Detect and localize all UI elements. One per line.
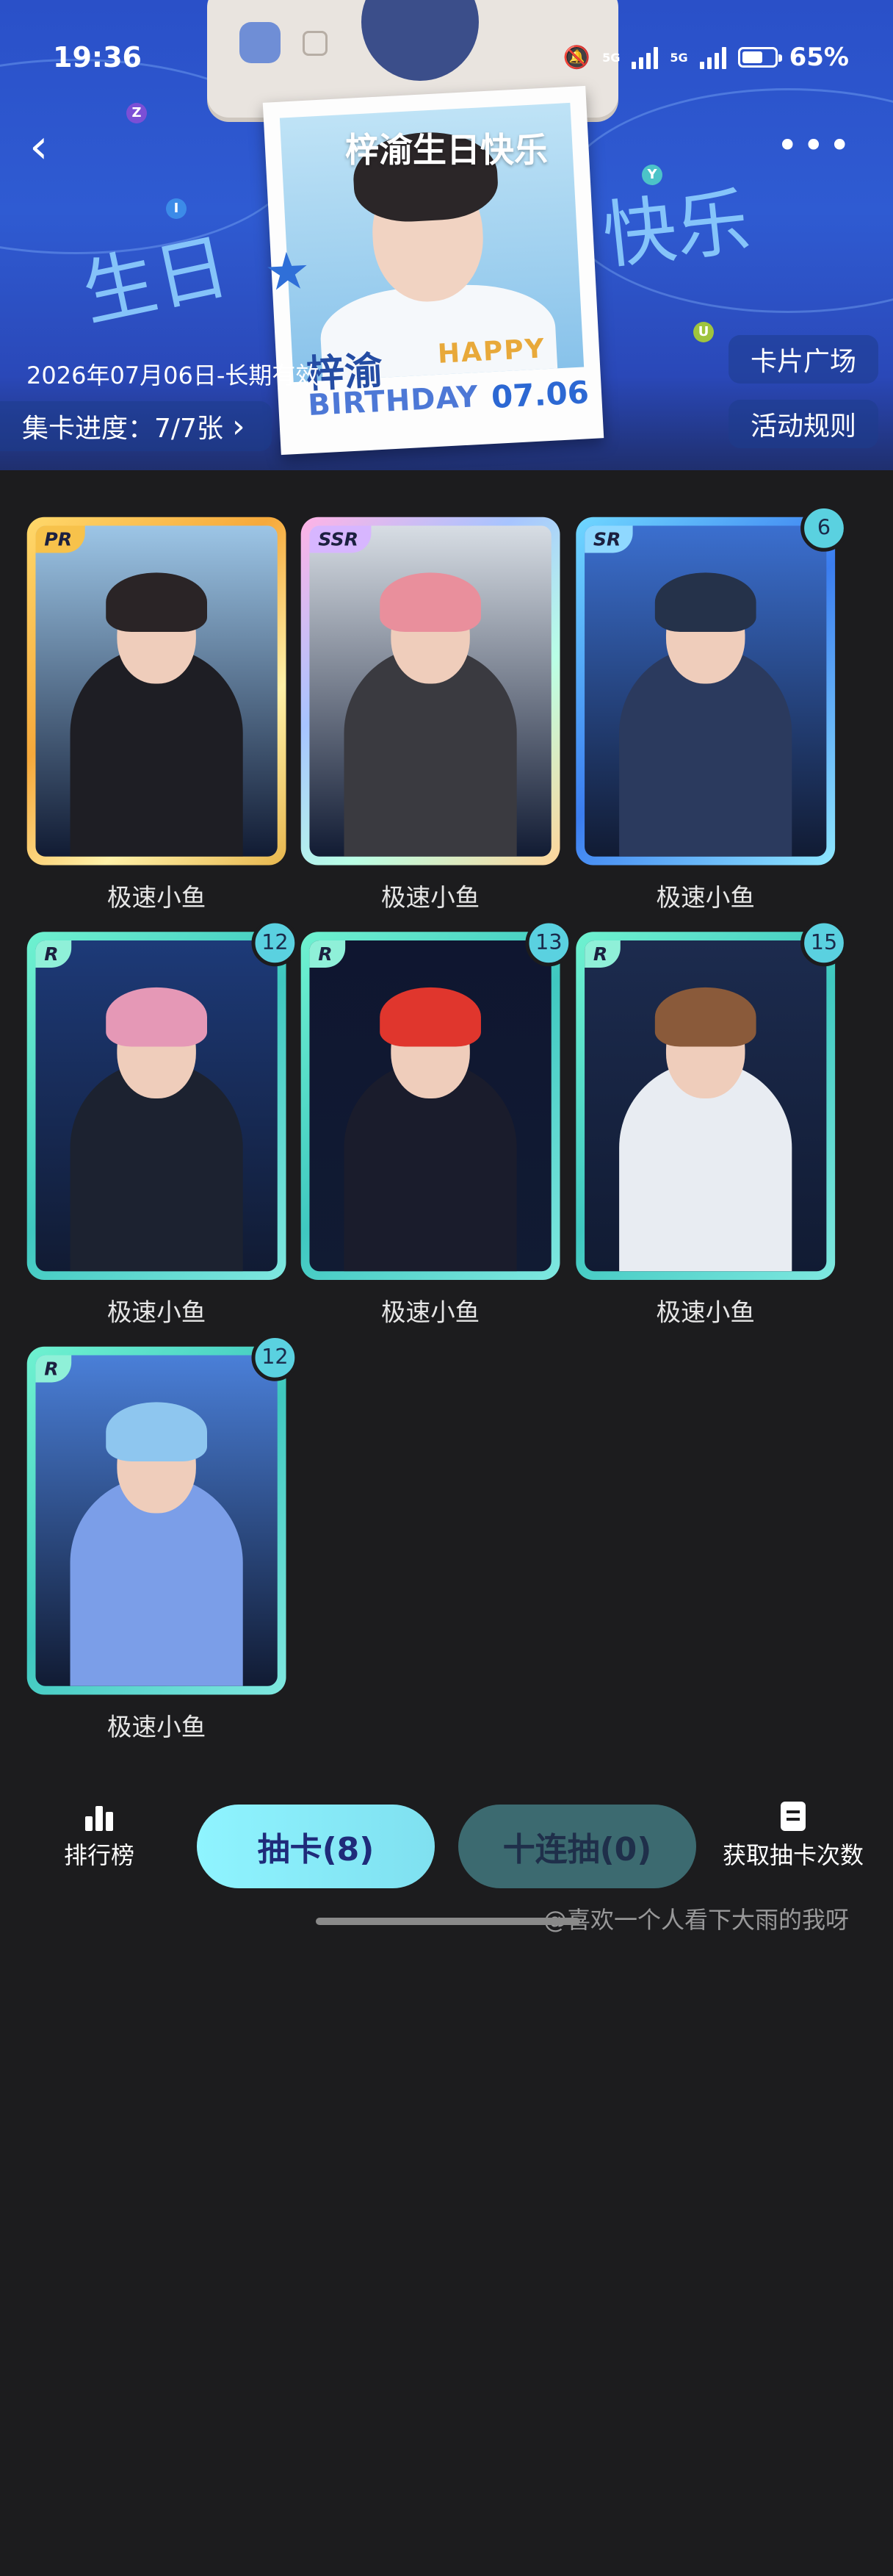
collection-card[interactable]: R 15	[576, 919, 847, 1280]
validity-text: 2026年07月06日-长期有效	[26, 361, 319, 389]
battery-percent: 65%	[789, 43, 849, 72]
card-artwork: R	[309, 940, 552, 1272]
clock: 19:36	[53, 41, 142, 73]
back-button[interactable]: ‹	[29, 123, 65, 170]
mute-icon: 🔕	[563, 44, 591, 71]
card-count-badge: 12	[251, 919, 299, 967]
get-draws-button[interactable]: 获取抽卡次数	[712, 1802, 874, 1871]
signal-icon	[699, 46, 726, 69]
rarity-badge: PR	[35, 525, 84, 553]
rules-button[interactable]: 活动规则	[728, 400, 878, 448]
card-hair	[106, 987, 207, 1047]
card-hair	[380, 987, 481, 1047]
card-count-badge: 12	[251, 1334, 299, 1381]
card-hair	[106, 1402, 207, 1461]
chevron-right-icon: ›	[231, 407, 245, 445]
handwriting-right: 快乐	[599, 178, 754, 280]
chevron-left-icon: ‹	[29, 120, 48, 174]
card-grid: PR 极速小鱼 SSR 极速小鱼 SR 6 极速小鱼 R 12 极速小鱼 R 13 极速小鱼 R 15 极速小…	[22, 478, 893, 2576]
card-hair	[106, 572, 207, 632]
collection-card[interactable]: R 12	[26, 1334, 299, 1695]
rarity-badge: R	[585, 940, 621, 968]
progress-label: 集卡进度：7/7张	[22, 414, 223, 444]
card-artwork: R	[585, 940, 827, 1272]
collection-card[interactable]: SR 6	[576, 504, 847, 866]
rarity-badge: R	[309, 940, 345, 968]
banner-date: 07.06	[490, 374, 590, 416]
letter-badge: I	[166, 198, 187, 219]
draw-card-button[interactable]: 抽卡(8)	[197, 1805, 435, 1888]
card-artwork: PR	[35, 525, 278, 857]
card-square-button[interactable]: 卡片广场	[728, 335, 878, 384]
rarity-badge: R	[35, 1355, 71, 1383]
card-hair	[654, 987, 756, 1047]
system-icons: 🔕 5G 5G 65%	[563, 43, 849, 72]
letter-badge: Z	[126, 103, 147, 123]
battery-icon	[737, 47, 782, 68]
rarity-badge: R	[35, 940, 71, 968]
star-icon: ★	[262, 240, 312, 303]
more-button[interactable]: •••	[777, 127, 855, 164]
card-caption: 极速小鱼	[380, 1297, 480, 1327]
document-icon	[781, 1802, 806, 1831]
card-hair	[654, 572, 756, 632]
card-count-badge: 15	[800, 919, 847, 967]
leaderboard-button[interactable]: 排行榜	[51, 1802, 147, 1871]
banner-happy: HAPPY	[436, 334, 546, 370]
collection-progress[interactable]: 集卡进度：7/7张 ›	[0, 401, 272, 451]
card-artwork: SR	[585, 525, 827, 857]
collection-card[interactable]: PR	[26, 517, 286, 866]
bar-chart-icon	[51, 1802, 147, 1831]
leaderboard-label: 排行榜	[63, 1841, 134, 1869]
bottom-bar: 排行榜 抽卡(8) 十连抽(0) 获取抽卡次数	[0, 1785, 893, 1896]
card-artwork: R	[35, 1355, 278, 1686]
card-artwork: R	[35, 940, 278, 1272]
rarity-badge: SR	[585, 525, 634, 553]
signal-icon	[632, 46, 659, 69]
card-caption: 极速小鱼	[106, 1712, 206, 1742]
card-caption: 极速小鱼	[106, 882, 206, 913]
home-indicator[interactable]	[316, 1918, 580, 1925]
watermark: @喜欢一个人看下大雨的我呀	[543, 1906, 850, 1934]
card-hair	[380, 572, 481, 632]
card-count-badge: 6	[800, 504, 847, 552]
more-horizontal-icon: •••	[776, 124, 855, 167]
collection-card[interactable]: R 13	[300, 919, 573, 1280]
status-bar: 19:36 🔕 5G 5G 65%	[0, 37, 893, 81]
card-caption: 极速小鱼	[656, 882, 755, 913]
collection-card[interactable]: R 12	[26, 919, 299, 1280]
network-type: 5G	[670, 50, 688, 65]
card-count-badge: 13	[525, 919, 573, 967]
card-artwork: SSR	[309, 525, 552, 857]
get-draws-label: 获取抽卡次数	[722, 1841, 864, 1869]
collection-card[interactable]: SSR	[300, 517, 560, 866]
rarity-badge: SSR	[309, 525, 371, 553]
page-title: 梓渝生日快乐	[345, 130, 548, 170]
card-caption: 极速小鱼	[656, 1297, 755, 1327]
network-type: 5G	[602, 50, 621, 65]
letter-badge: U	[693, 322, 714, 342]
card-caption: 极速小鱼	[106, 1297, 206, 1327]
draw-ten-button[interactable]: 十连抽(0)	[458, 1805, 696, 1888]
card-caption: 极速小鱼	[380, 882, 480, 913]
